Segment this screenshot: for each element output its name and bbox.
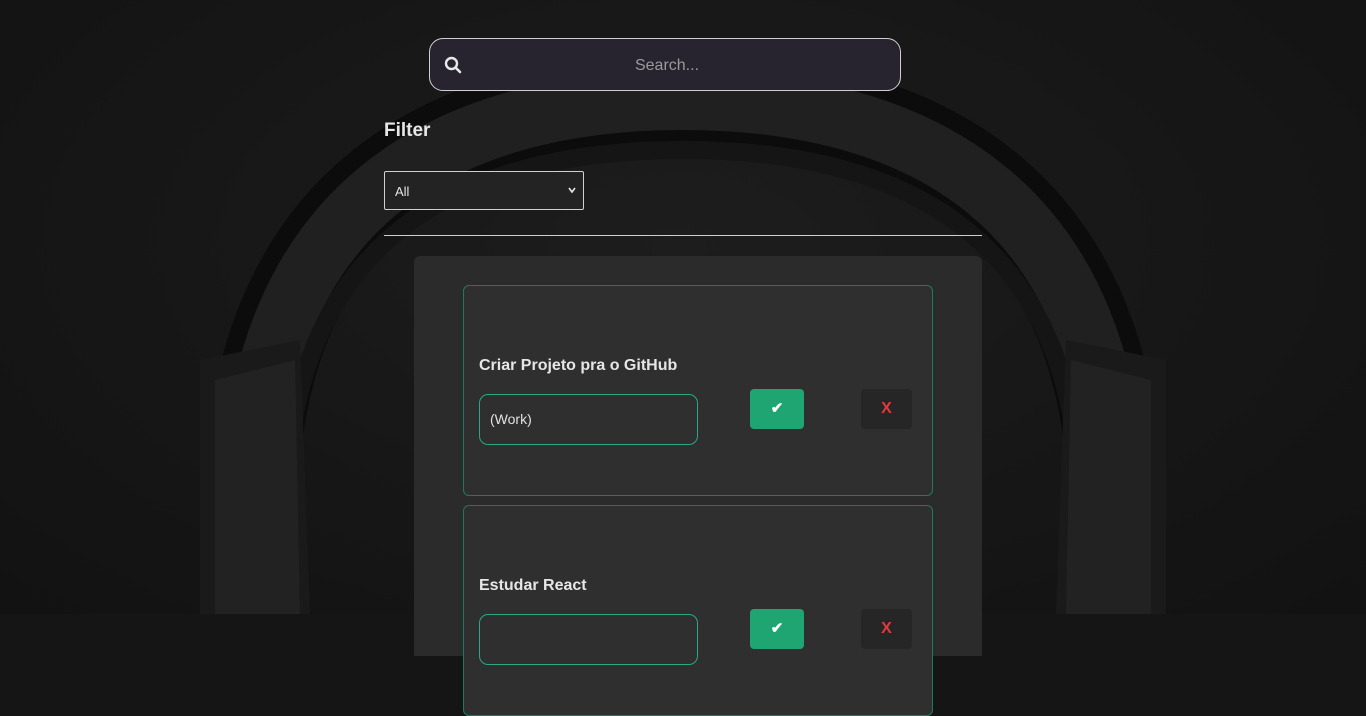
todo-category [479, 614, 698, 665]
todo-item: Criar Projeto pra o GitHub (Work) ✔ X [463, 285, 933, 496]
filter-selected-value: All [395, 184, 410, 199]
complete-button[interactable]: ✔ [750, 609, 804, 649]
search-bar[interactable] [429, 38, 901, 92]
remove-button[interactable]: X [861, 389, 912, 429]
todo-title: Estudar React [479, 577, 587, 594]
todo-category-label: (Work) [490, 411, 532, 427]
search-input[interactable] [470, 39, 864, 92]
chevron-down-icon [568, 187, 576, 194]
todo-title: Criar Projeto pra o GitHub [479, 357, 678, 374]
divider [384, 235, 982, 236]
remove-button[interactable]: X [861, 609, 912, 649]
todo-item: Estudar React ✔ X [463, 505, 933, 716]
todo-list: Criar Projeto pra o GitHub (Work) ✔ X Es… [414, 256, 982, 716]
complete-button[interactable]: ✔ [750, 389, 804, 429]
todo-category: (Work) [479, 394, 698, 445]
search-icon [444, 56, 462, 74]
filter-select[interactable]: All [384, 171, 584, 210]
filter-title: Filter [384, 120, 431, 141]
